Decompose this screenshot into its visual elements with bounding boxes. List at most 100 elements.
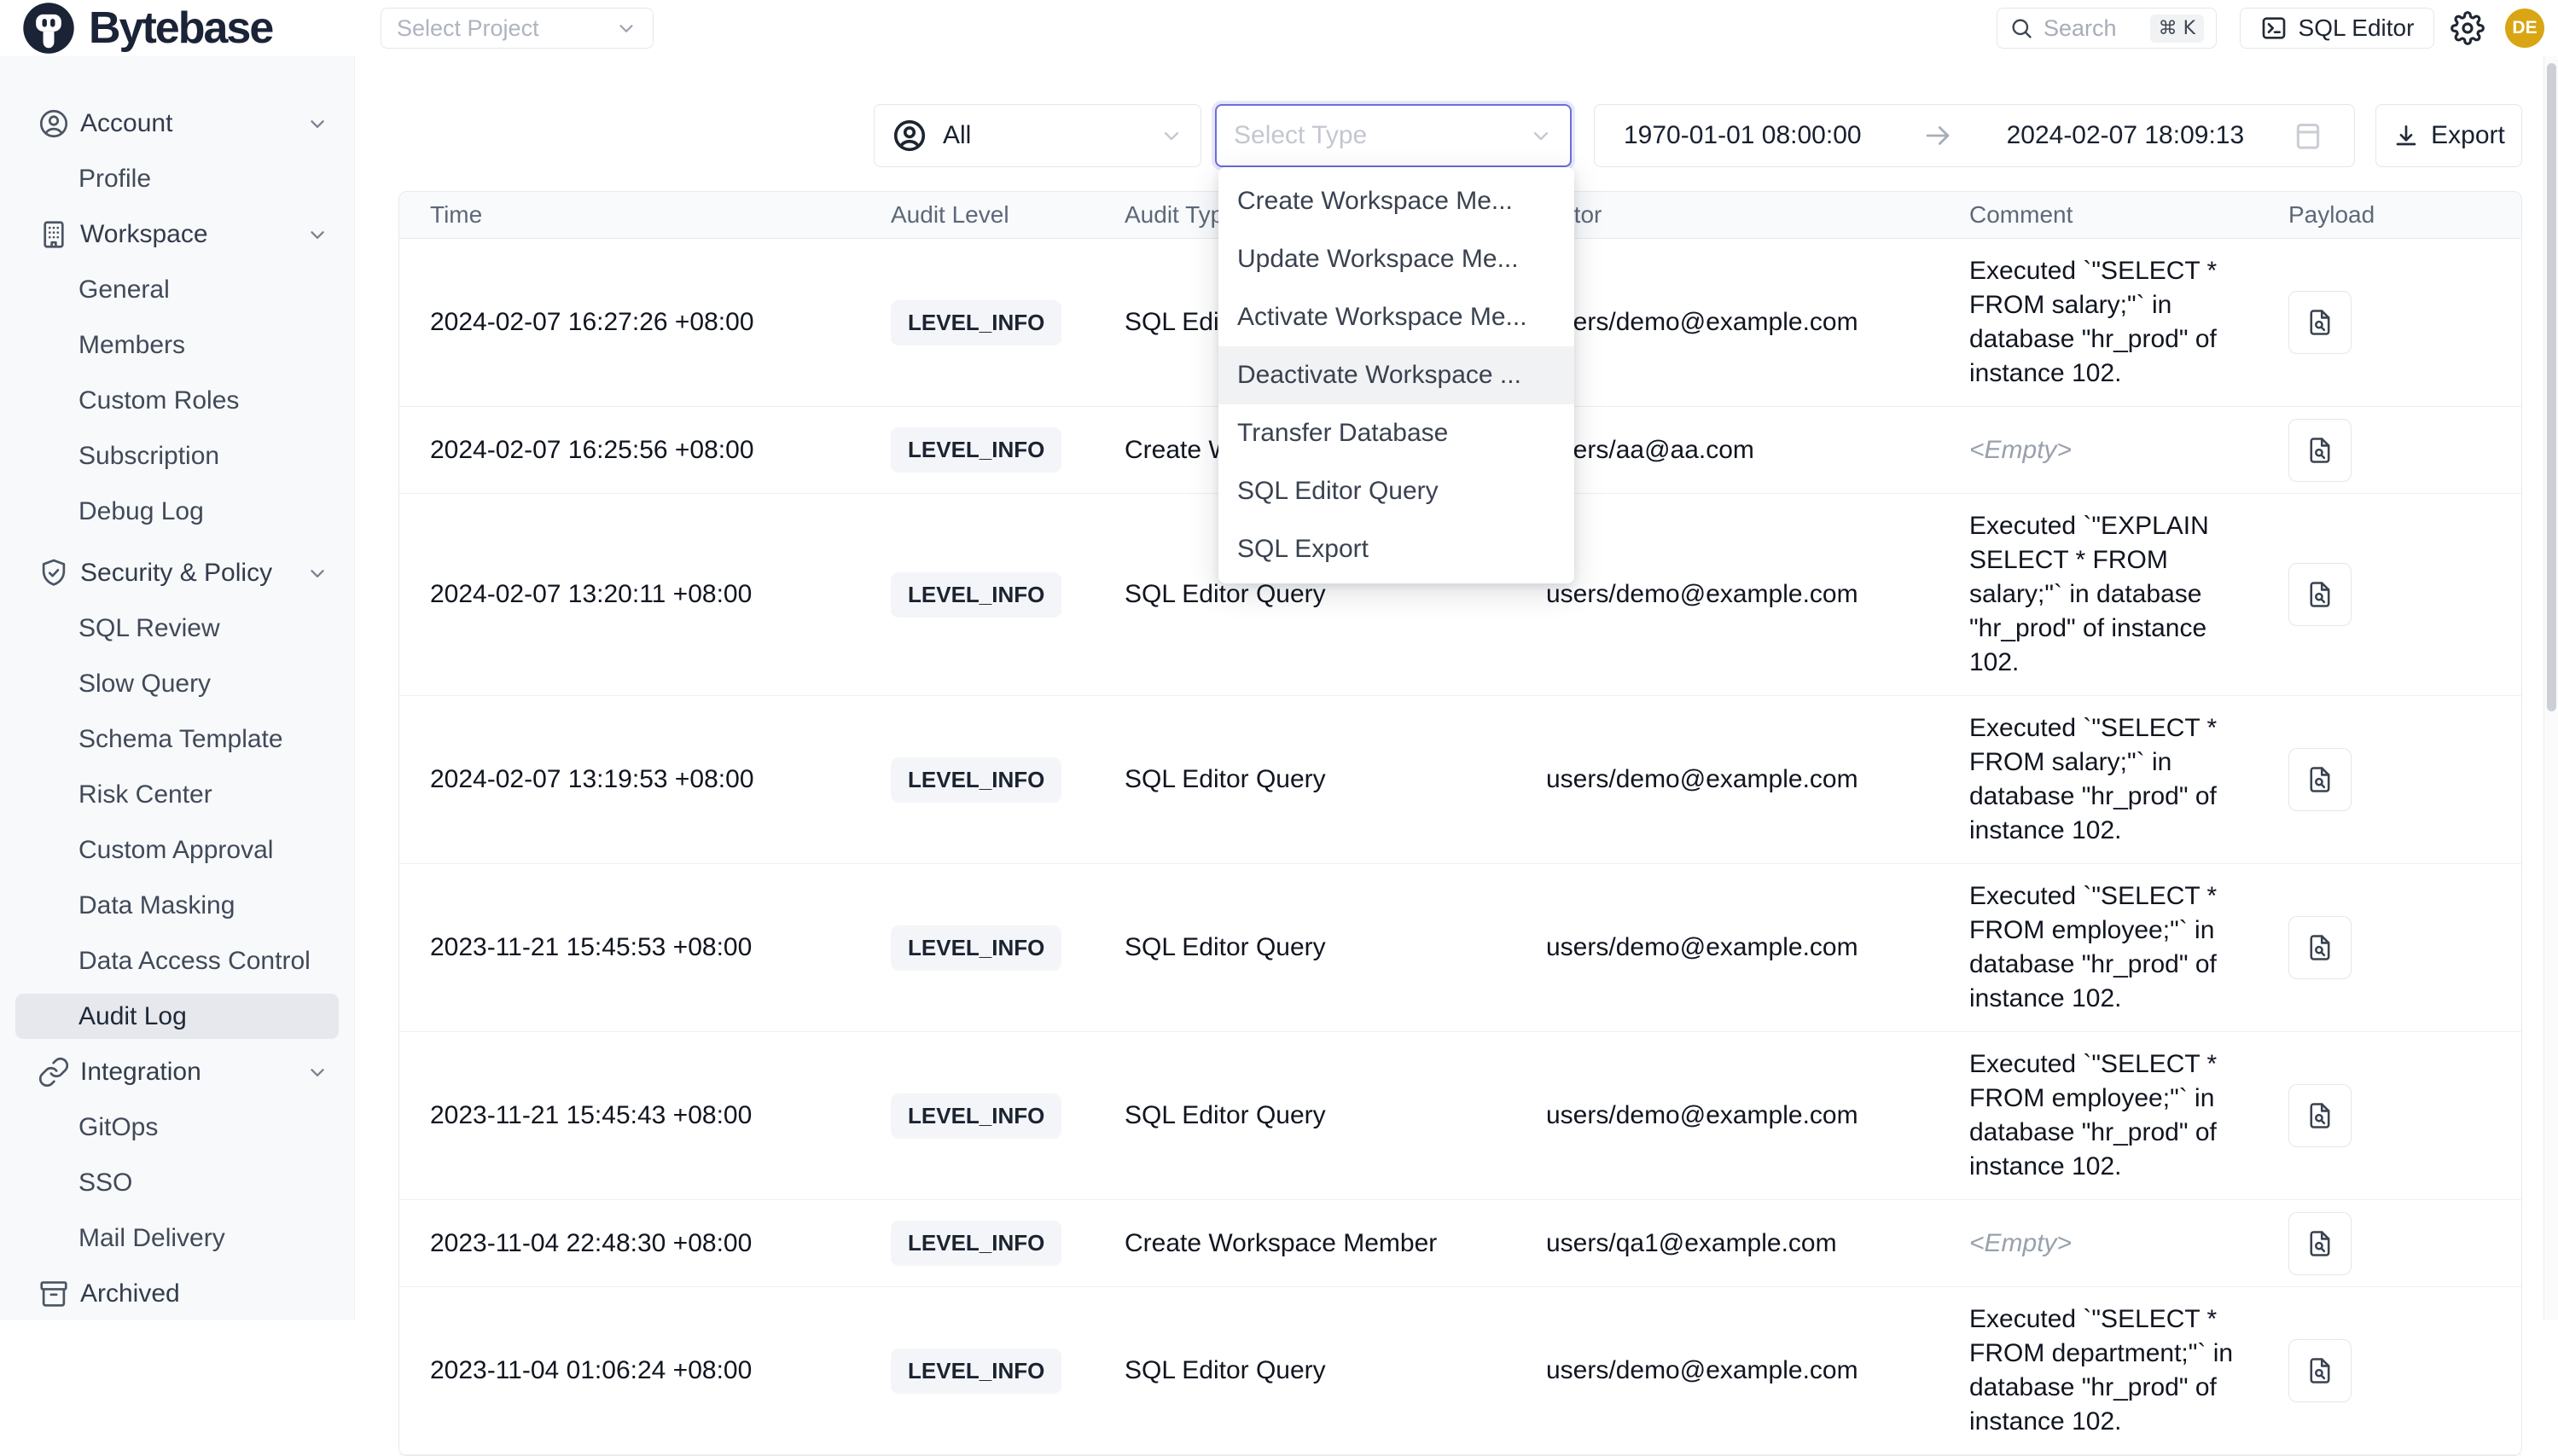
cell-audit-level: LEVEL_INFO [891,1221,1125,1266]
view-payload-button[interactable] [2288,1339,2352,1402]
cell-audit-type: SQL Editor Query [1125,933,1546,962]
brand[interactable]: Bytebase [22,1,272,55]
cell-payload [2282,563,2521,626]
chevron-down-icon [306,562,328,584]
gear-icon[interactable] [2450,11,2485,45]
sidebar-item-account[interactable]: Account [0,96,354,151]
chevron-down-icon [306,113,328,135]
sidebar-item-data-access-control[interactable]: Data Access Control [0,933,354,989]
sidebar-item-debug-log[interactable]: Debug Log [0,484,354,539]
view-payload-button[interactable] [2288,748,2352,811]
menu-item-deactivate-workspace[interactable]: Deactivate Workspace ... [1218,346,1574,404]
cell-actor: users/demo@example.com [1546,1101,1968,1130]
view-payload-button[interactable] [2288,916,2352,979]
file-search-icon [2305,764,2335,795]
sidebar-item-mail-delivery[interactable]: Mail Delivery [0,1210,354,1266]
type-filter-placeholder: Select Type [1234,121,1529,150]
menu-item-transfer-database[interactable]: Transfer Database [1218,404,1574,462]
sidebar-item-archived[interactable]: Archived [0,1266,354,1321]
calendar-icon [2291,119,2325,153]
cell-payload [2282,748,2521,811]
brand-name: Bytebase [89,3,272,54]
sidebar-item-workspace[interactable]: Workspace [0,206,354,262]
cell-actor: users/aa@aa.com [1546,436,1968,465]
sidebar-item-profile[interactable]: Profile [0,151,354,206]
cell-comment: Executed `"SELECT * FROM salary;"` in da… [1968,696,2282,863]
cell-audit-type: SQL Editor Query [1125,1356,1546,1385]
cell-payload [2282,1339,2521,1402]
file-search-icon [2305,1228,2335,1259]
sql-editor-button[interactable]: SQL Editor [2240,8,2434,49]
archive-icon [38,1278,70,1310]
type-filter-select[interactable]: Select Type [1215,104,1572,167]
cell-actor: users/demo@example.com [1546,765,1968,794]
export-label: Export [2431,121,2505,150]
sidebar-item-members[interactable]: Members [0,317,354,373]
view-payload-button[interactable] [2288,1212,2352,1275]
actor-filter-select[interactable]: All [874,104,1201,167]
cell-audit-level: LEVEL_INFO [891,300,1125,345]
menu-item-create-workspace-me[interactable]: Create Workspace Me... [1218,172,1574,230]
sidebar-item-sql-review[interactable]: SQL Review [0,600,354,656]
date-from: 1970-01-01 08:00:00 [1624,121,1862,150]
table-row: 2024-02-07 13:19:53 +08:00 LEVEL_INFO SQ… [399,696,2521,864]
cell-comment: <Empty> [1968,1211,2282,1276]
chevron-down-icon [306,1061,328,1083]
cell-audit-level: LEVEL_INFO [891,925,1125,971]
cell-actor: users/demo@example.com [1546,1356,1968,1385]
download-icon [2392,122,2420,149]
sidebar-item-schema-template[interactable]: Schema Template [0,711,354,767]
file-search-icon [2305,435,2335,466]
scrollbar[interactable] [2543,56,2558,1320]
sidebar-item-sso[interactable]: SSO [0,1155,354,1210]
sidebar-item-slow-query[interactable]: Slow Query [0,656,354,711]
cell-audit-type: SQL Editor Query [1125,1101,1546,1130]
view-payload-button[interactable] [2288,563,2352,626]
menu-item-sql-export[interactable]: SQL Export [1218,520,1574,578]
menu-item-sql-editor-query[interactable]: SQL Editor Query [1218,462,1574,520]
column-header-time: Time [399,201,891,229]
cell-payload [2282,1212,2521,1275]
cell-comment: Executed `"SELECT * FROM employee;"` in … [1968,1032,2282,1199]
scrollbar-thumb[interactable] [2547,63,2556,711]
global-search[interactable]: Search ⌘ K [1997,8,2217,49]
cell-payload [2282,291,2521,354]
topbar: Bytebase Select Project Search ⌘ K SQL E… [0,0,2558,56]
view-payload-button[interactable] [2288,1084,2352,1147]
user-circle-icon [892,118,927,154]
cell-audit-level: LEVEL_INFO [891,1349,1125,1394]
cell-time: 2023-11-21 15:45:53 +08:00 [399,933,891,962]
sidebar-item-gitops[interactable]: GitOps [0,1099,354,1155]
search-icon [2009,16,2033,40]
sidebar-item-custom-approval[interactable]: Custom Approval [0,822,354,878]
sidebar-item-general[interactable]: General [0,262,354,317]
date-range-picker[interactable]: 1970-01-01 08:00:00 2024-02-07 18:09:13 [1594,104,2355,167]
sidebar-item-custom-roles[interactable]: Custom Roles [0,373,354,428]
audit-level-badge: LEVEL_INFO [891,1349,1061,1394]
menu-item-activate-workspace-me[interactable]: Activate Workspace Me... [1218,288,1574,346]
cell-actor: users/qa1@example.com [1546,1229,1968,1258]
menu-item-update-workspace-me[interactable]: Update Workspace Me... [1218,230,1574,288]
chevron-down-icon [1160,124,1183,148]
chevron-down-icon [306,223,328,246]
cell-actor: users/demo@example.com [1546,308,1968,337]
sidebar-item-subscription[interactable]: Subscription [0,428,354,484]
sidebar-item-risk-center[interactable]: Risk Center [0,767,354,822]
audit-level-badge: LEVEL_INFO [891,1221,1061,1266]
sidebar-item-audit-log[interactable]: Audit Log [0,989,354,1044]
file-search-icon [2305,1100,2335,1131]
project-select[interactable]: Select Project [381,8,654,49]
avatar[interactable]: DE [2505,9,2544,48]
sidebar-item-integration[interactable]: Integration [0,1044,354,1099]
view-payload-button[interactable] [2288,291,2352,354]
file-search-icon [2305,1355,2335,1386]
cell-time: 2024-02-07 16:27:26 +08:00 [399,308,891,337]
sidebar-item-security-policy[interactable]: Security & Policy [0,545,354,600]
table-row: 2023-11-04 01:06:24 +08:00 LEVEL_INFO SQ… [399,1287,2521,1455]
export-button[interactable]: Export [2375,104,2522,167]
sidebar-item-data-masking[interactable]: Data Masking [0,878,354,933]
audit-level-badge: LEVEL_INFO [891,427,1061,473]
column-header-actor: Actor [1546,201,1968,229]
building-icon [38,218,70,251]
view-payload-button[interactable] [2288,419,2352,482]
